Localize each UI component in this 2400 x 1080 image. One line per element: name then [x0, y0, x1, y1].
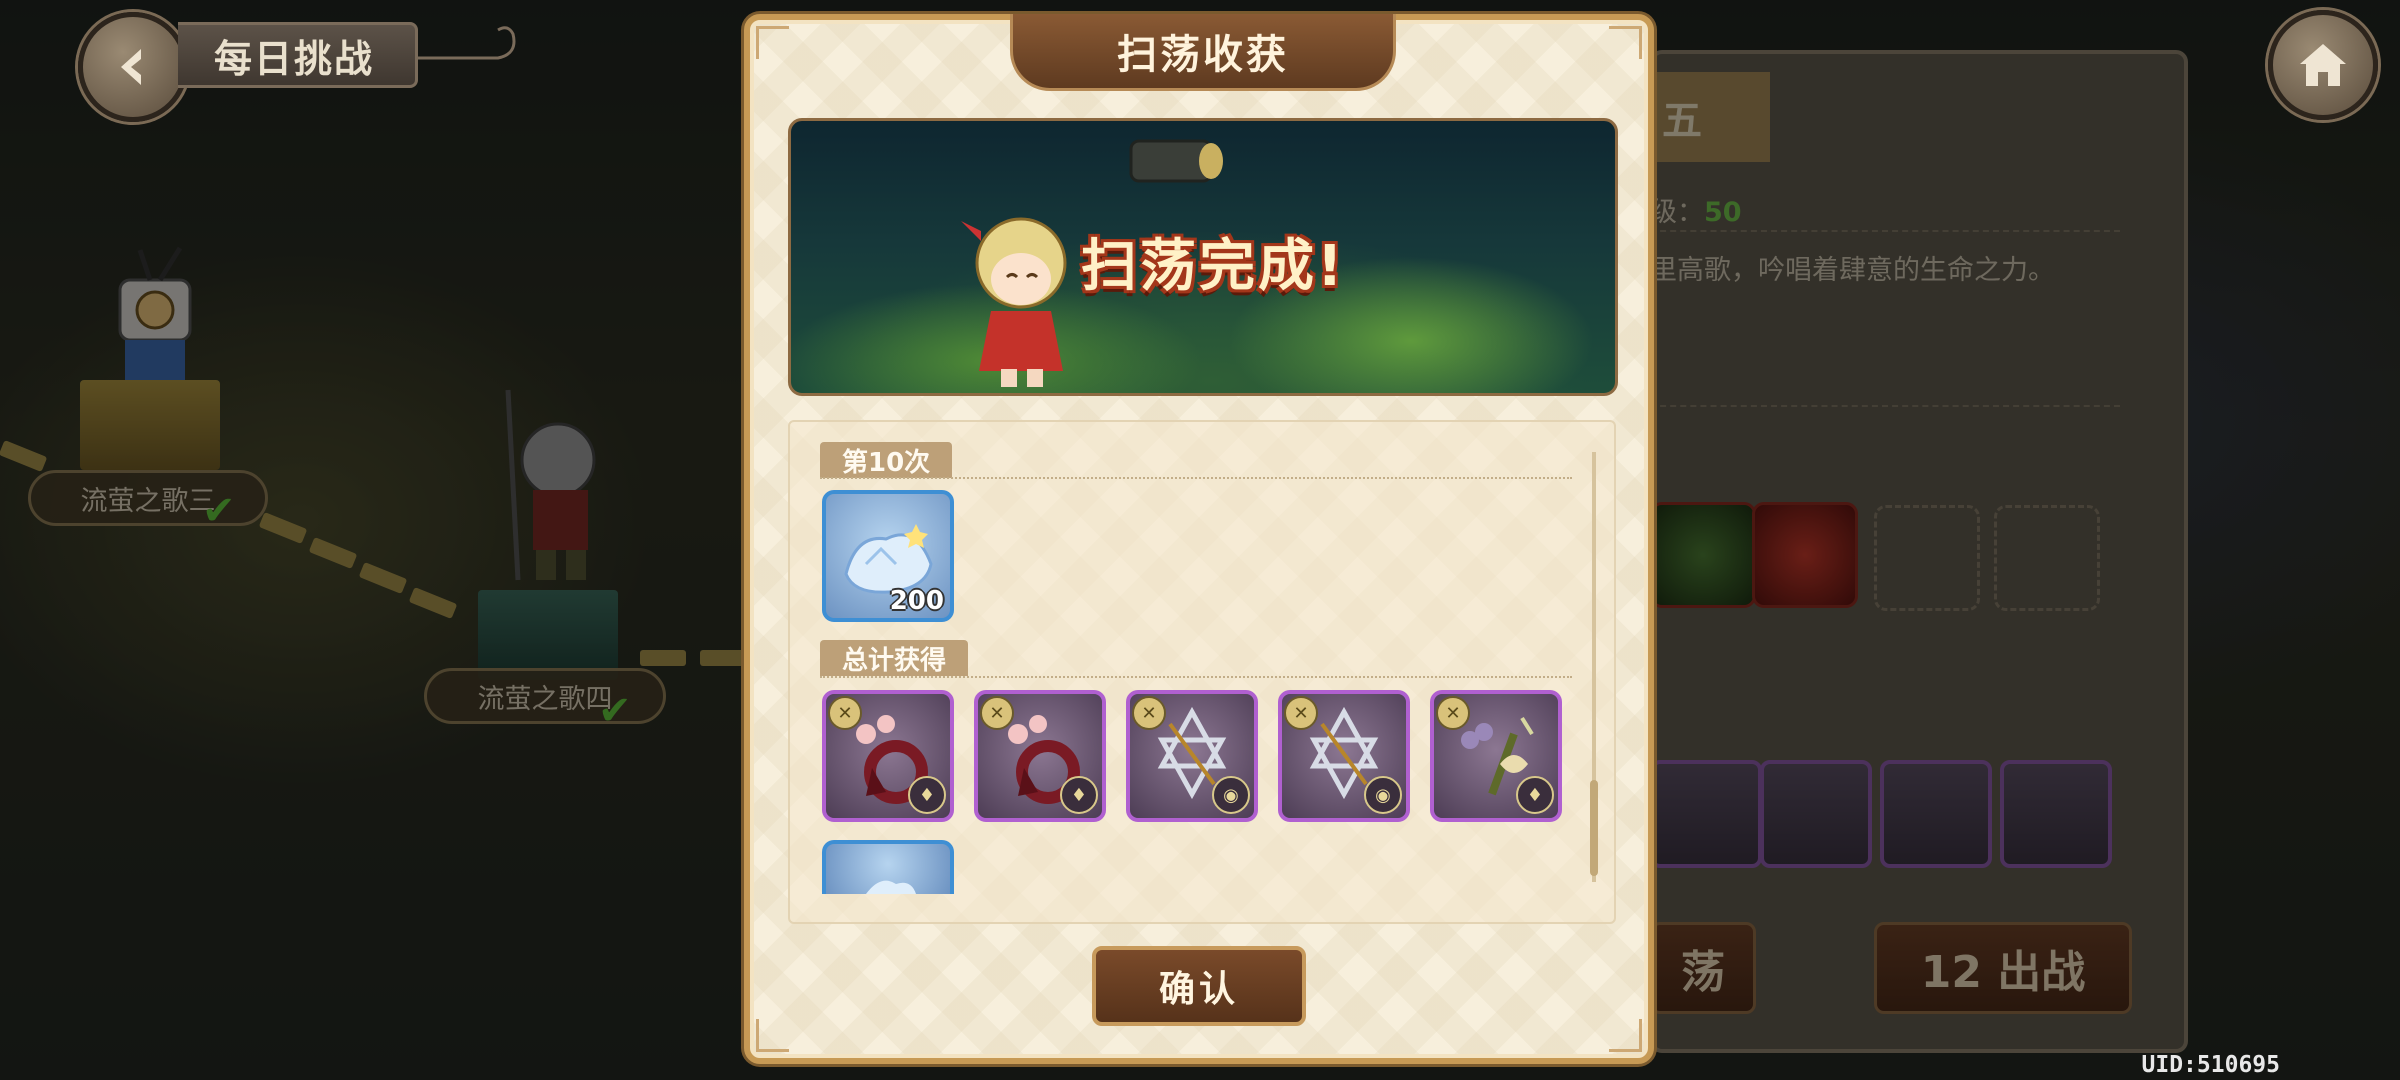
home-button[interactable]	[2268, 10, 2378, 120]
reward-item[interactable]: ✕ ♦	[974, 690, 1106, 822]
item-quantity: 200	[889, 586, 944, 616]
item-type-icon: ◉	[1212, 776, 1250, 814]
frame-corner	[1609, 26, 1642, 59]
results-scrollbar-thumb[interactable]	[1590, 780, 1598, 876]
item-type-icon: ◉	[1364, 776, 1402, 814]
section-divider	[820, 676, 1572, 678]
round-tag: 第10次	[820, 442, 953, 478]
bind-badge-icon: ✕	[1132, 696, 1166, 730]
frame-corner	[1609, 1019, 1642, 1052]
lantern-icon	[1129, 139, 1223, 183]
reward-item[interactable]: ✕ ◉	[1126, 690, 1258, 822]
reward-item[interactable]: 200	[822, 490, 954, 622]
reward-item-partial[interactable]	[822, 840, 954, 894]
back-button[interactable]	[78, 12, 188, 122]
section-divider	[820, 477, 1572, 479]
item-type-icon: ♦	[908, 776, 946, 814]
chibi-girl-character-icon	[961, 217, 1067, 387]
total-tag: 总计获得	[820, 640, 969, 676]
frame-corner	[756, 26, 789, 59]
confirm-button[interactable]: 确认	[1092, 946, 1306, 1026]
reward-item[interactable]: ✕ ♦	[822, 690, 954, 822]
reward-item[interactable]: ✕ ♦	[1430, 690, 1562, 822]
user-id: UID:510695	[2141, 1052, 2280, 1078]
home-icon	[2300, 44, 2346, 86]
reward-item[interactable]: ✕ ◉	[1278, 690, 1410, 822]
title-flourish-icon	[418, 26, 516, 60]
bind-badge-icon: ✕	[980, 696, 1014, 730]
bind-badge-icon: ✕	[1436, 696, 1470, 730]
banner-title: 扫荡完成!	[1081, 234, 1346, 299]
back-arrow-icon	[121, 49, 141, 85]
bind-badge-icon: ✕	[828, 696, 862, 730]
sweep-complete-banner: 扫荡完成!	[788, 118, 1618, 396]
item-type-icon: ♦	[1060, 776, 1098, 814]
dialog-title: 扫荡收获	[1010, 14, 1396, 91]
frame-corner	[756, 1019, 789, 1052]
blue-crystal-shard-icon	[866, 880, 916, 894]
page-title: 每日挑战	[178, 22, 418, 88]
bind-badge-icon: ✕	[1284, 696, 1318, 730]
item-type-icon: ♦	[1516, 776, 1554, 814]
